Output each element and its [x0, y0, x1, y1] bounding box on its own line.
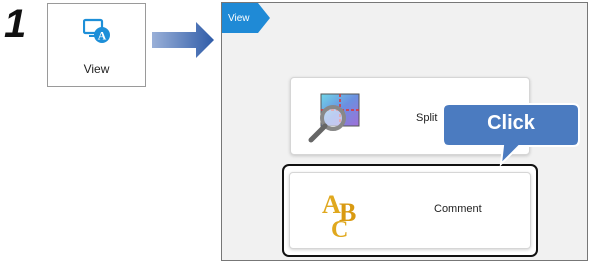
monitor-a-icon: A [83, 18, 110, 43]
step-number: 1 [4, 2, 27, 46]
panel-tab-label: View [228, 13, 250, 24]
right-arrow-icon [152, 22, 214, 58]
svg-text:C: C [331, 217, 348, 241]
view-button[interactable]: A View [47, 3, 146, 87]
split-magnifier-icon [308, 93, 360, 143]
split-label: Split [416, 112, 438, 124]
comment-label: Comment [434, 203, 482, 215]
view-label: View [83, 62, 110, 76]
comment-option-button[interactable]: A B C Comment [289, 172, 531, 249]
click-callout-label: Click [487, 112, 535, 134]
view-panel: View Split A B C Comment Click [221, 2, 588, 261]
svg-text:A: A [98, 29, 107, 43]
comment-highlight: A B C Comment [282, 164, 538, 257]
abc-icon: A B C [322, 190, 356, 241]
